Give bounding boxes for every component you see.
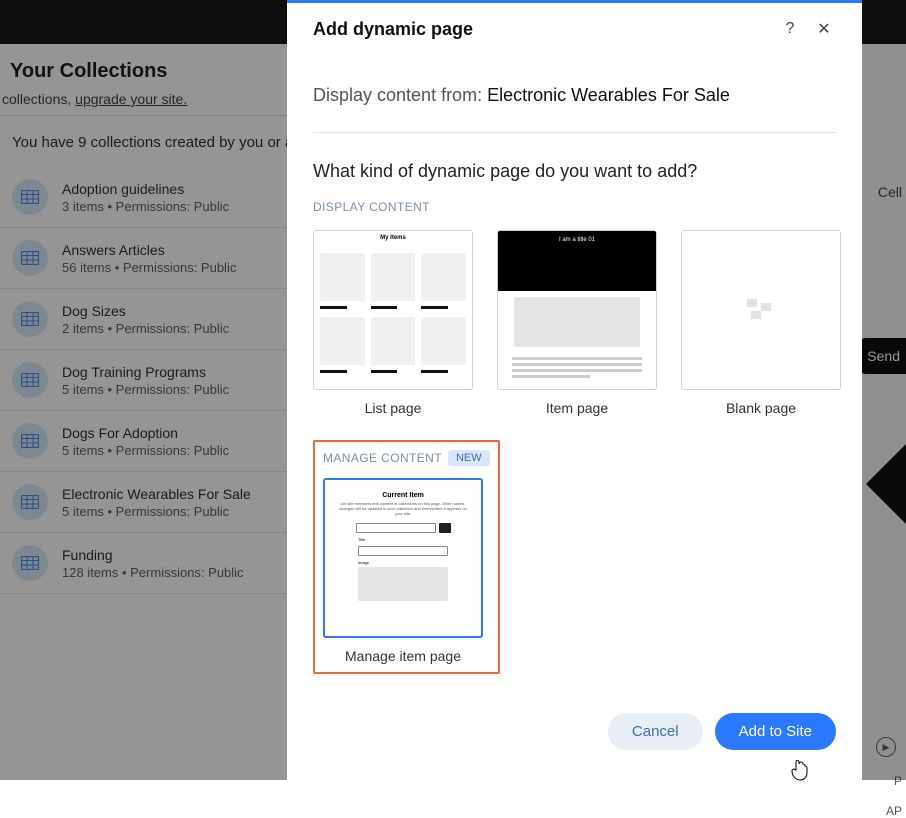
template-item-label: Item page bbox=[497, 400, 657, 416]
manage-content-section-label: MANAGE CONTENT bbox=[323, 451, 442, 465]
template-manage-item-page[interactable]: Current Item Let site members edit conte… bbox=[323, 478, 483, 664]
ap-label: AP bbox=[886, 804, 902, 818]
display-content-section-label: DISPLAY CONTENT bbox=[313, 200, 836, 214]
display-from-label: Display content from: bbox=[313, 85, 487, 105]
template-list-page[interactable]: My Items List page bbox=[313, 230, 473, 416]
manage-content-highlight: MANAGE CONTENT NEW Current Item Let site… bbox=[313, 440, 500, 674]
cancel-button[interactable]: Cancel bbox=[608, 713, 703, 750]
manage-item-thumbnail: Current Item Let site members edit conte… bbox=[323, 478, 483, 638]
question-text: What kind of dynamic page do you want to… bbox=[313, 133, 836, 200]
add-to-site-button[interactable]: Add to Site bbox=[715, 713, 836, 750]
list-page-thumbnail: My Items bbox=[313, 230, 473, 390]
display-from-row: Display content from: Electronic Wearabl… bbox=[313, 65, 836, 133]
modal-body: Display content from: Electronic Wearabl… bbox=[287, 55, 862, 693]
modal-footer: Cancel Add to Site bbox=[287, 693, 862, 780]
blank-page-thumbnail bbox=[681, 230, 841, 390]
display-template-grid: My Items List page I am a title 01 Item … bbox=[313, 230, 836, 416]
thumb-list-title: My Items bbox=[314, 231, 472, 249]
template-blank-page[interactable]: Blank page bbox=[681, 230, 841, 416]
item-page-thumbnail: I am a title 01 bbox=[497, 230, 657, 390]
thumb-manage-title-label: Title bbox=[358, 537, 448, 542]
thumb-manage-title: Current Item bbox=[335, 492, 471, 499]
thumb-manage-desc: Let site members edit content in collect… bbox=[335, 501, 471, 517]
display-from-value: Electronic Wearables For Sale bbox=[487, 85, 730, 105]
new-badge: NEW bbox=[448, 450, 490, 466]
template-item-page[interactable]: I am a title 01 Item page bbox=[497, 230, 657, 416]
template-manage-label: Manage item page bbox=[323, 648, 483, 664]
modal-header: Add dynamic page ? ✕ bbox=[287, 3, 862, 55]
close-icon[interactable]: ✕ bbox=[812, 17, 836, 41]
thumb-item-title: I am a title 01 bbox=[498, 231, 656, 291]
template-blank-label: Blank page bbox=[681, 400, 841, 416]
template-list-label: List page bbox=[313, 400, 473, 416]
thumb-manage-image-label: Image bbox=[358, 560, 448, 565]
help-icon[interactable]: ? bbox=[778, 17, 802, 41]
add-dynamic-page-modal: Add dynamic page ? ✕ Display content fro… bbox=[287, 0, 862, 780]
modal-title: Add dynamic page bbox=[313, 19, 473, 40]
